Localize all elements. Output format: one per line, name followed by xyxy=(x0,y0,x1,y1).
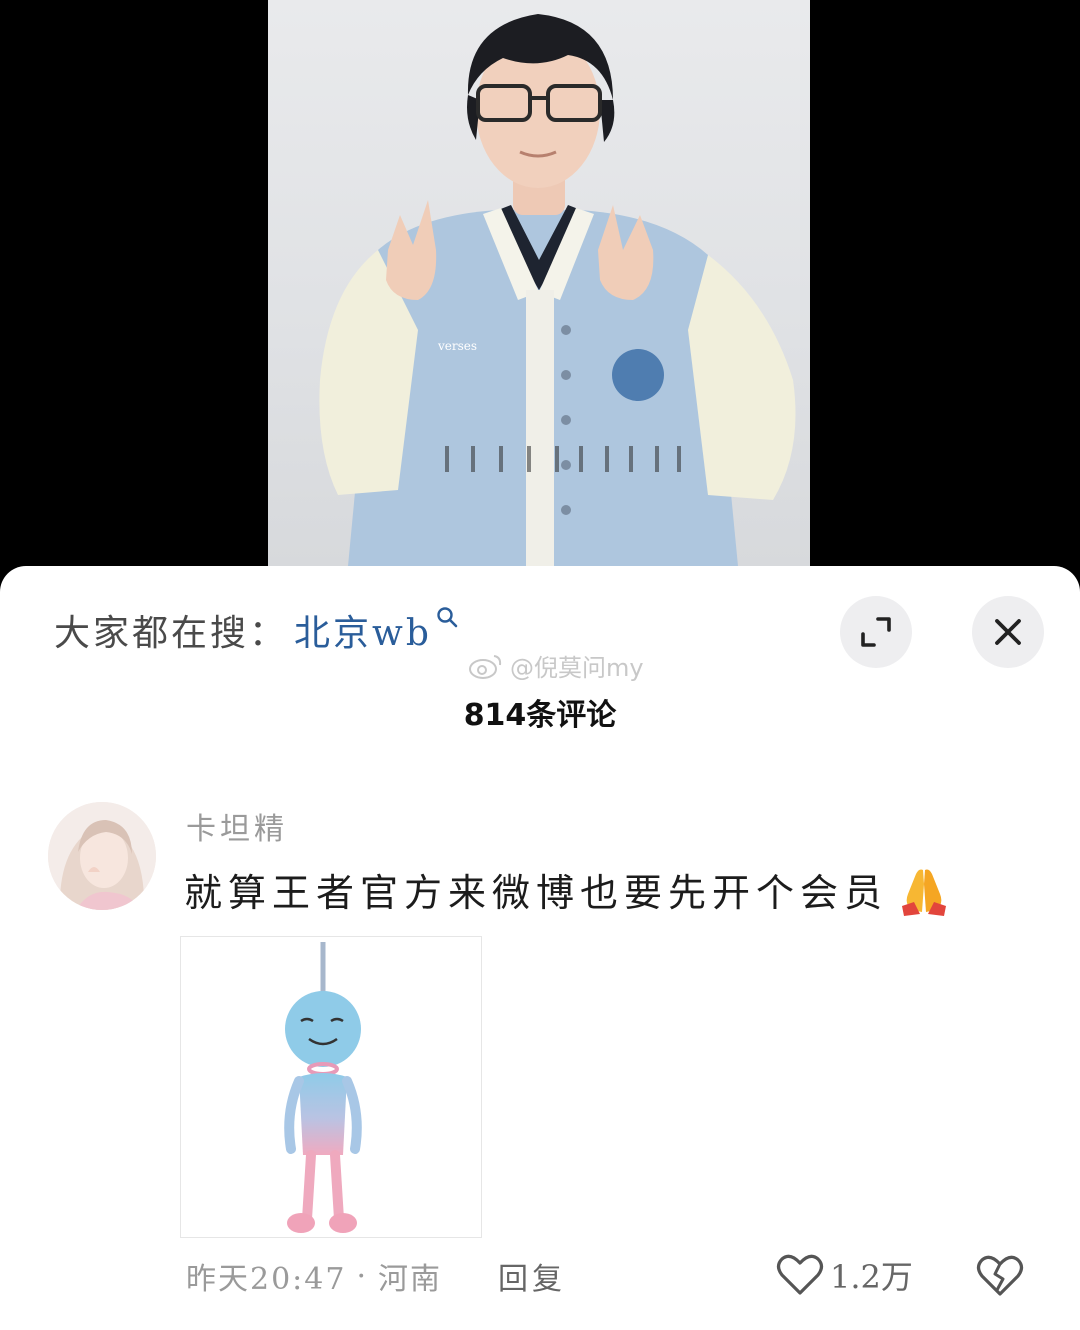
close-icon xyxy=(995,619,1021,645)
weibo-logo-icon xyxy=(469,654,502,679)
close-button[interactable] xyxy=(972,596,1044,668)
svg-text:verses: verses xyxy=(437,339,477,353)
comment-body: 就算王者官方来微博也要先开个会员 xyxy=(184,871,889,915)
dislike-button[interactable] xyxy=(976,1254,1024,1302)
comment-location: 河南 xyxy=(378,1262,443,1297)
comment-count: 814条评论 xyxy=(463,698,617,733)
trending-search[interactable]: 大家都在搜： 北京wb xyxy=(54,604,458,656)
comment-username[interactable]: 卡坦精 xyxy=(186,804,288,848)
video-player[interactable]: verses xyxy=(0,0,1080,600)
comment-text: 就算王者官方来微博也要先开个会员 xyxy=(184,862,952,917)
watermark: @倪莫问my xyxy=(468,648,644,683)
trending-search-label: 大家都在搜： xyxy=(54,613,289,654)
heart-icon xyxy=(776,1254,824,1295)
expand-icon xyxy=(861,617,891,647)
expand-button[interactable] xyxy=(840,596,912,668)
comment-meta: 昨天20:47 · 河南 回复 xyxy=(186,1254,566,1298)
reply-button[interactable]: 回复 xyxy=(498,1254,566,1298)
comment-time: 昨天20:47 xyxy=(186,1262,347,1297)
like-count: 1.2万 xyxy=(830,1258,913,1296)
video-progress-dots xyxy=(445,446,685,472)
comment-image[interactable] xyxy=(180,936,482,1238)
trending-search-keyword[interactable]: 北京wb xyxy=(294,604,432,656)
search-icon xyxy=(436,605,458,635)
praying-hands-icon xyxy=(896,864,952,916)
video-person-image: verses xyxy=(319,14,796,566)
watermark-text: @倪莫问my xyxy=(510,654,644,682)
comments-sheet: 大家都在搜： 北京wb @倪莫问my 814条评论 卡坦精 就算王者官方来微博也… xyxy=(0,566,1080,1330)
like-button[interactable]: 1.2万 xyxy=(776,1252,913,1298)
broken-heart-icon xyxy=(976,1255,1024,1296)
avatar[interactable] xyxy=(48,802,156,910)
meta-separator: · xyxy=(356,1258,369,1294)
video-frame[interactable]: verses xyxy=(268,0,810,566)
